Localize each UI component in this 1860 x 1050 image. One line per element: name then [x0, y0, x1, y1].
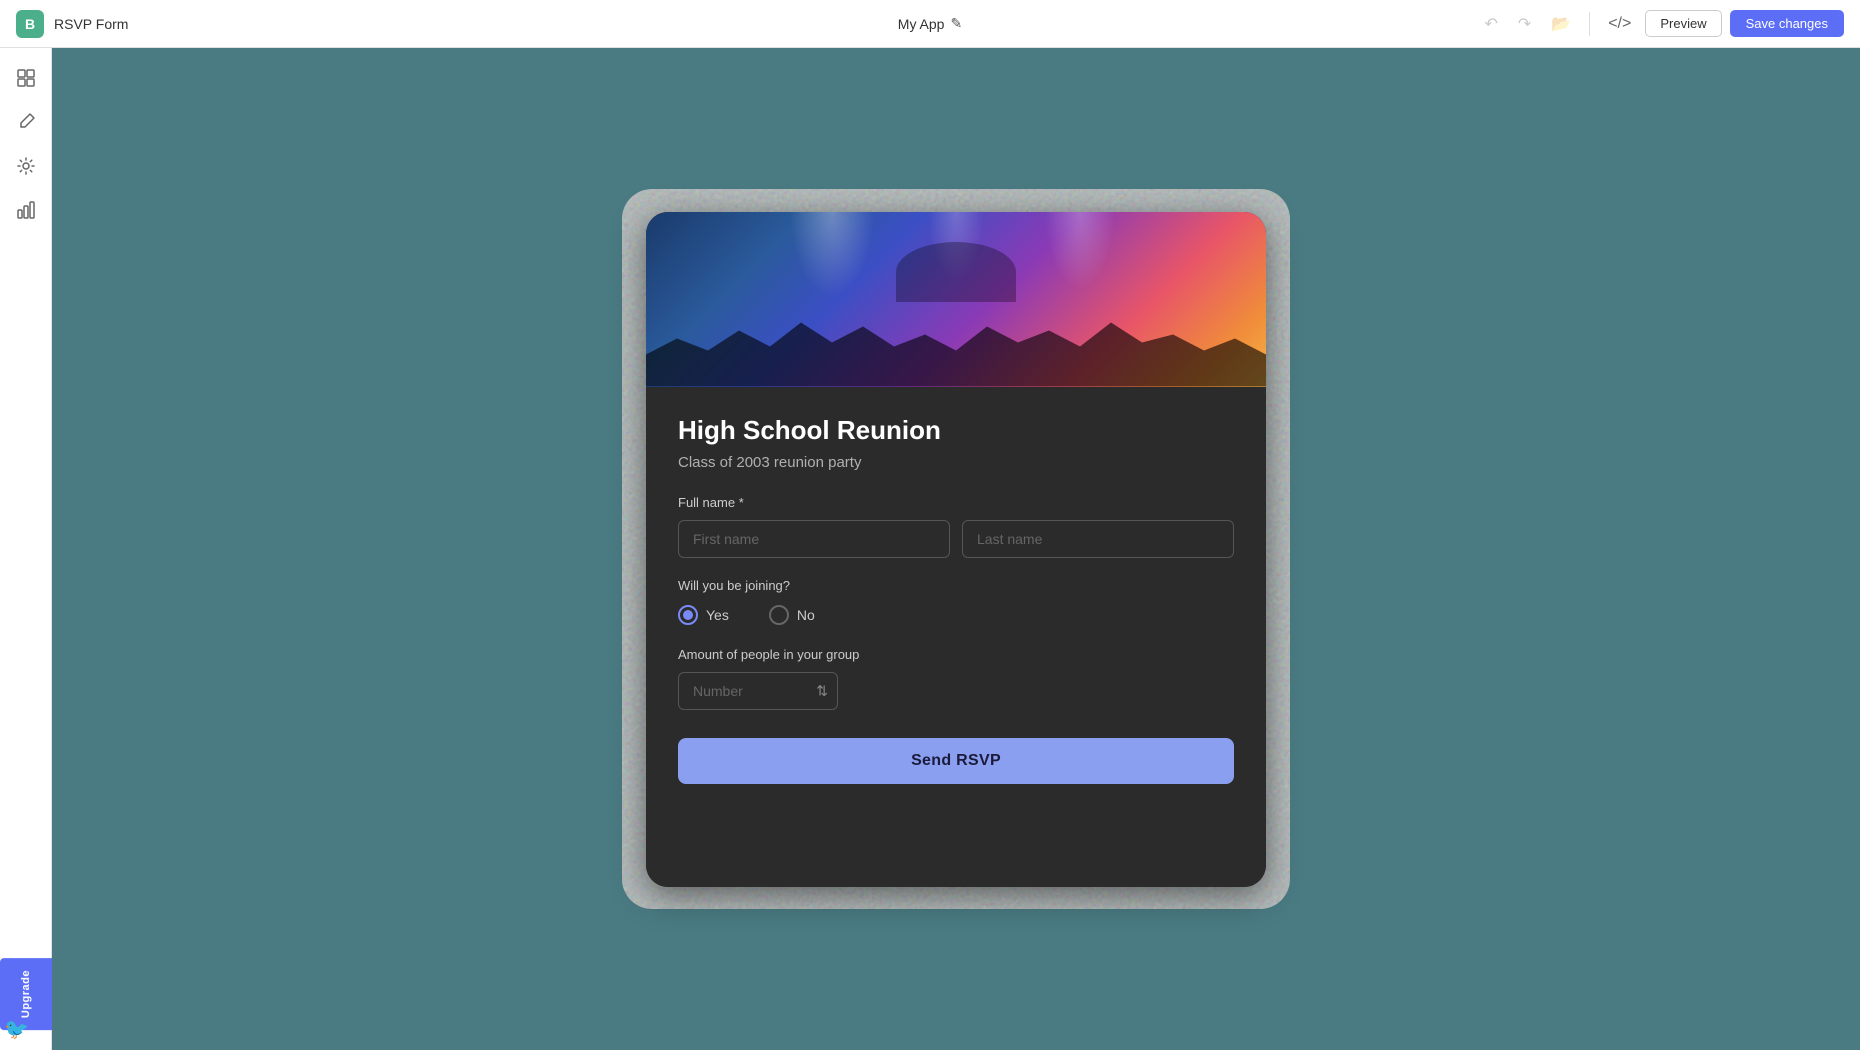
main-layout: High School Reunion Class of 2003 reunio…	[0, 48, 1860, 1050]
header: B RSVP Form My App ✎ ↶ ↷ 📂 </> Preview S…	[0, 0, 1860, 48]
center-title: My App	[898, 16, 945, 32]
form-subtitle: Class of 2003 reunion party	[678, 454, 1234, 471]
sidebar-item-tools[interactable]	[8, 104, 44, 140]
send-rsvp-button[interactable]: Send RSVP	[678, 738, 1234, 784]
number-input-wrap: Number 1 2 3 4 5+ ⇅	[678, 672, 838, 710]
sidebar-item-layout[interactable]	[8, 60, 44, 96]
sidebar	[0, 48, 52, 1050]
radio-no[interactable]: No	[769, 605, 815, 625]
last-name-input[interactable]	[962, 520, 1234, 558]
canvas-area: High School Reunion Class of 2003 reunio…	[52, 48, 1860, 1050]
publish-button[interactable]: 📂	[1545, 10, 1577, 38]
header-center: My App ✎	[898, 15, 962, 32]
app-logo: B	[16, 10, 44, 38]
bottom-mascot: 🐦	[4, 1017, 29, 1042]
sidebar-item-settings[interactable]	[8, 148, 44, 184]
radio-no-label: No	[797, 607, 815, 623]
radio-yes-circle	[678, 605, 698, 625]
preview-button[interactable]: Preview	[1645, 10, 1721, 37]
full-name-label: Full name *	[678, 495, 1234, 510]
radio-row: Yes No	[678, 605, 1234, 625]
save-changes-button[interactable]: Save changes	[1730, 10, 1844, 37]
header-right: ↶ ↷ 📂 </> Preview Save changes	[1478, 10, 1844, 38]
hero-image	[646, 212, 1266, 387]
device-frame-outer: High School Reunion Class of 2003 reunio…	[622, 189, 1290, 909]
redo-button[interactable]: ↷	[1512, 10, 1537, 38]
code-button[interactable]: </>	[1602, 11, 1637, 37]
radio-yes-label: Yes	[706, 607, 729, 623]
name-row	[678, 520, 1234, 558]
first-name-input[interactable]	[678, 520, 950, 558]
undo-button[interactable]: ↶	[1478, 10, 1503, 38]
radio-no-circle	[769, 605, 789, 625]
radio-yes[interactable]: Yes	[678, 605, 729, 625]
number-select[interactable]: Number 1 2 3 4 5+	[678, 672, 838, 710]
hero-stage	[896, 242, 1016, 302]
amount-label: Amount of people in your group	[678, 647, 1234, 662]
form-title: High School Reunion	[678, 415, 1234, 446]
sidebar-item-analytics[interactable]	[8, 192, 44, 228]
edit-title-icon[interactable]: ✎	[950, 15, 962, 32]
app-name-label: RSVP Form	[54, 16, 128, 32]
joining-label: Will you be joining?	[678, 578, 1234, 593]
device-frame: High School Reunion Class of 2003 reunio…	[646, 212, 1266, 887]
form-content: High School Reunion Class of 2003 reunio…	[646, 387, 1266, 887]
header-left: B RSVP Form	[16, 10, 128, 38]
header-divider	[1589, 12, 1590, 36]
